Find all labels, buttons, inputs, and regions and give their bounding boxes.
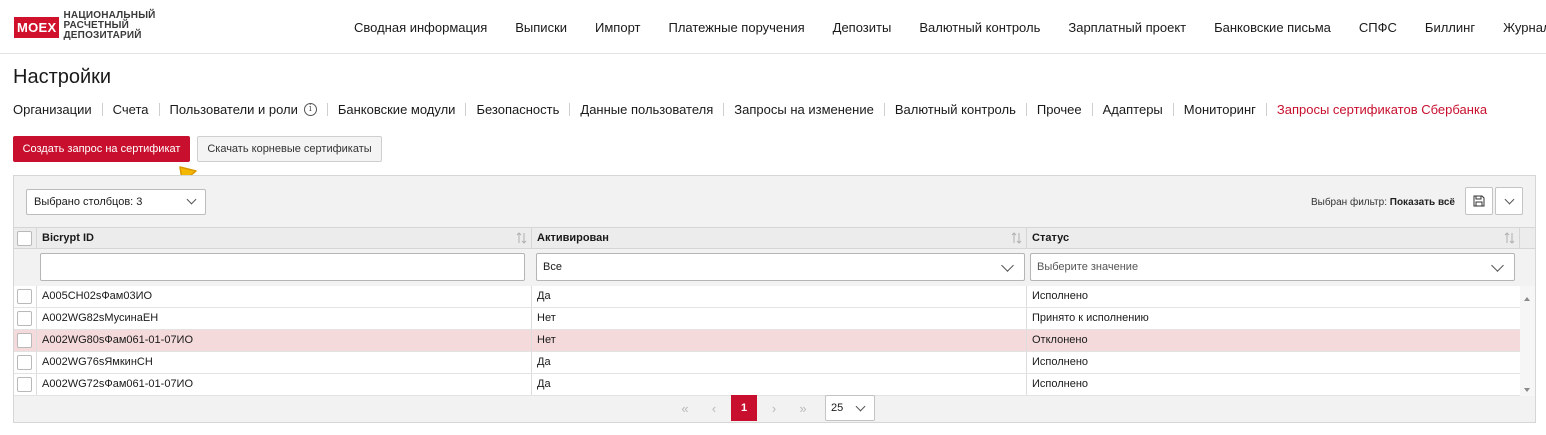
logo-text: НАЦИОНАЛЬНЫЙ РАСЧЕТНЫЙ ДЕПОЗИТАРИЙ: [63, 10, 156, 41]
download-root-certs-button[interactable]: Скачать корневые сертификаты: [197, 136, 382, 162]
table-row[interactable]: A005CH02sФам03ИО Да Исполнено: [14, 286, 1520, 308]
chevron-down-icon: [1504, 194, 1515, 205]
tab-divider: [1265, 102, 1267, 116]
filter-indicator: Выбран фильтр: Показать всё: [1310, 197, 1455, 208]
create-cert-request-button[interactable]: Создать запрос на сертификат: [13, 136, 190, 162]
tab-divider: [723, 102, 725, 116]
tab-sberbank-cert-requests[interactable]: Запросы сертификатов Сбербанка: [1277, 102, 1487, 117]
cell-activated: Да: [531, 352, 1026, 373]
info-icon[interactable]: i: [303, 102, 317, 116]
cell-bicrypt-id: A002WG80sФам061-01-07ИО: [36, 330, 531, 351]
save-icon: [1473, 195, 1485, 207]
filter-row: Все Выберите значение: [14, 249, 1535, 286]
tab-divider: [1172, 102, 1174, 116]
tab-security[interactable]: Безопасность: [476, 102, 559, 117]
sort-icon[interactable]: [1504, 231, 1515, 245]
row-checkbox[interactable]: [17, 311, 32, 326]
next-page-button[interactable]: ›: [761, 395, 787, 421]
tab-other[interactable]: Прочее: [1037, 102, 1082, 117]
nav-item-bank-letters[interactable]: Банковские письма: [1200, 20, 1345, 35]
tab-bank-modules[interactable]: Банковские модули: [338, 102, 456, 117]
tab-adapters[interactable]: Адаптеры: [1103, 102, 1163, 117]
cell-status: Отклонено: [1026, 330, 1520, 351]
page-size-select[interactable]: 25: [825, 395, 875, 421]
nav-item-payroll[interactable]: Зарплатный проект: [1054, 20, 1200, 35]
tab-user-data[interactable]: Данные пользователя: [580, 102, 713, 117]
pagination: « ‹ 1 › » 25: [0, 392, 1546, 422]
cell-bicrypt-id: A002WG76sЯмкинСН: [36, 352, 531, 373]
tab-organizations[interactable]: Организации: [13, 102, 92, 117]
table-header: Bicrypt ID Активирован Статус: [14, 227, 1535, 249]
cell-status: Исполнено: [1026, 286, 1520, 307]
nav-item-currency-control[interactable]: Валютный контроль: [905, 20, 1054, 35]
col-status[interactable]: Статус: [1026, 228, 1520, 249]
nav-item-statements[interactable]: Выписки: [501, 20, 581, 35]
column-selector[interactable]: Выбрано столбцов: 3: [26, 189, 206, 215]
tab-divider: [101, 102, 103, 116]
tab-change-requests[interactable]: Запросы на изменение: [734, 102, 874, 117]
save-view-button[interactable]: [1465, 187, 1493, 215]
tab-divider: [1091, 102, 1093, 116]
cell-activated: Нет: [531, 330, 1026, 351]
header: MOEX НАЦИОНАЛЬНЫЙ РАСЧЕТНЫЙ ДЕПОЗИТАРИЙ …: [0, 0, 1546, 54]
bicrypt-id-filter-input[interactable]: [40, 253, 525, 281]
cell-activated: Нет: [531, 308, 1026, 329]
nav-item-billing[interactable]: Биллинг: [1411, 20, 1489, 35]
tab-currency-control[interactable]: Валютный контроль: [895, 102, 1016, 117]
tab-divider: [158, 102, 160, 116]
col-bicrypt-id[interactable]: Bicrypt ID: [36, 228, 531, 249]
tab-divider: [465, 102, 467, 116]
top-nav: Сводная информация Выписки Импорт Платеж…: [340, 0, 1546, 54]
tab-monitoring[interactable]: Мониторинг: [1184, 102, 1256, 117]
nav-item-summary[interactable]: Сводная информация: [340, 20, 501, 35]
chevron-down-icon: [186, 194, 197, 205]
page-title: Настройки: [13, 66, 112, 88]
chevron-down-icon: [855, 401, 866, 412]
cert-requests-grid: Выбрано столбцов: 3 Выбран фильтр: Показ…: [13, 175, 1536, 423]
tab-accounts[interactable]: Счета: [113, 102, 149, 117]
last-page-button[interactable]: »: [790, 395, 816, 421]
cell-bicrypt-id: A002WG82sМусинаЕН: [36, 308, 531, 329]
scroll-up-icon[interactable]: [1524, 297, 1530, 301]
view-menu-button[interactable]: [1495, 187, 1523, 215]
nav-item-deposits[interactable]: Депозиты: [819, 20, 906, 35]
status-filter-select[interactable]: Выберите значение: [1030, 253, 1515, 281]
tab-users-roles[interactable]: Пользователи и роли i: [170, 102, 317, 117]
cell-status: Исполнено: [1026, 352, 1520, 373]
row-checkbox[interactable]: [17, 289, 32, 304]
logo-mark: MOEX: [14, 17, 60, 38]
tab-divider: [1025, 102, 1027, 116]
chevron-down-icon: [1491, 259, 1504, 272]
nav-item-journal[interactable]: Журнал: [1489, 20, 1546, 35]
tab-divider: [326, 102, 328, 116]
select-all-checkbox[interactable]: [17, 231, 32, 246]
cell-status: Принято к исполнению: [1026, 308, 1520, 329]
page-1-button[interactable]: 1: [731, 395, 757, 421]
prev-page-button[interactable]: ‹: [701, 395, 727, 421]
sort-icon[interactable]: [1011, 231, 1022, 245]
tab-divider: [569, 102, 571, 116]
table-row[interactable]: A002WG80sФам061-01-07ИО Нет Отклонено: [14, 330, 1520, 352]
logo[interactable]: MOEX НАЦИОНАЛЬНЫЙ РАСЧЕТНЫЙ ДЕПОЗИТАРИЙ: [14, 11, 156, 41]
nav-item-import[interactable]: Импорт: [581, 20, 654, 35]
row-checkbox[interactable]: [17, 377, 32, 392]
cell-activated: Да: [531, 286, 1026, 307]
first-page-button[interactable]: «: [672, 395, 698, 421]
col-activated[interactable]: Активирован: [531, 228, 1026, 249]
activated-filter-select[interactable]: Все: [536, 253, 1025, 281]
nav-item-spfs[interactable]: СПФС: [1345, 20, 1411, 35]
row-checkbox[interactable]: [17, 333, 32, 348]
table-scrollbar[interactable]: [1520, 286, 1535, 396]
row-checkbox[interactable]: [17, 355, 32, 370]
nav-item-payment-orders[interactable]: Платежные поручения: [654, 20, 818, 35]
settings-tabs: Организации Счета Пользователи и роли i Б…: [13, 100, 1487, 118]
table-row[interactable]: A002WG76sЯмкинСН Да Исполнено: [14, 352, 1520, 374]
chevron-down-icon: [1001, 259, 1014, 272]
tab-divider: [883, 102, 885, 116]
sort-icon[interactable]: [516, 231, 527, 245]
table-row[interactable]: A002WG82sМусинаЕН Нет Принято к исполнен…: [14, 308, 1520, 330]
cell-bicrypt-id: A005CH02sФам03ИО: [36, 286, 531, 307]
